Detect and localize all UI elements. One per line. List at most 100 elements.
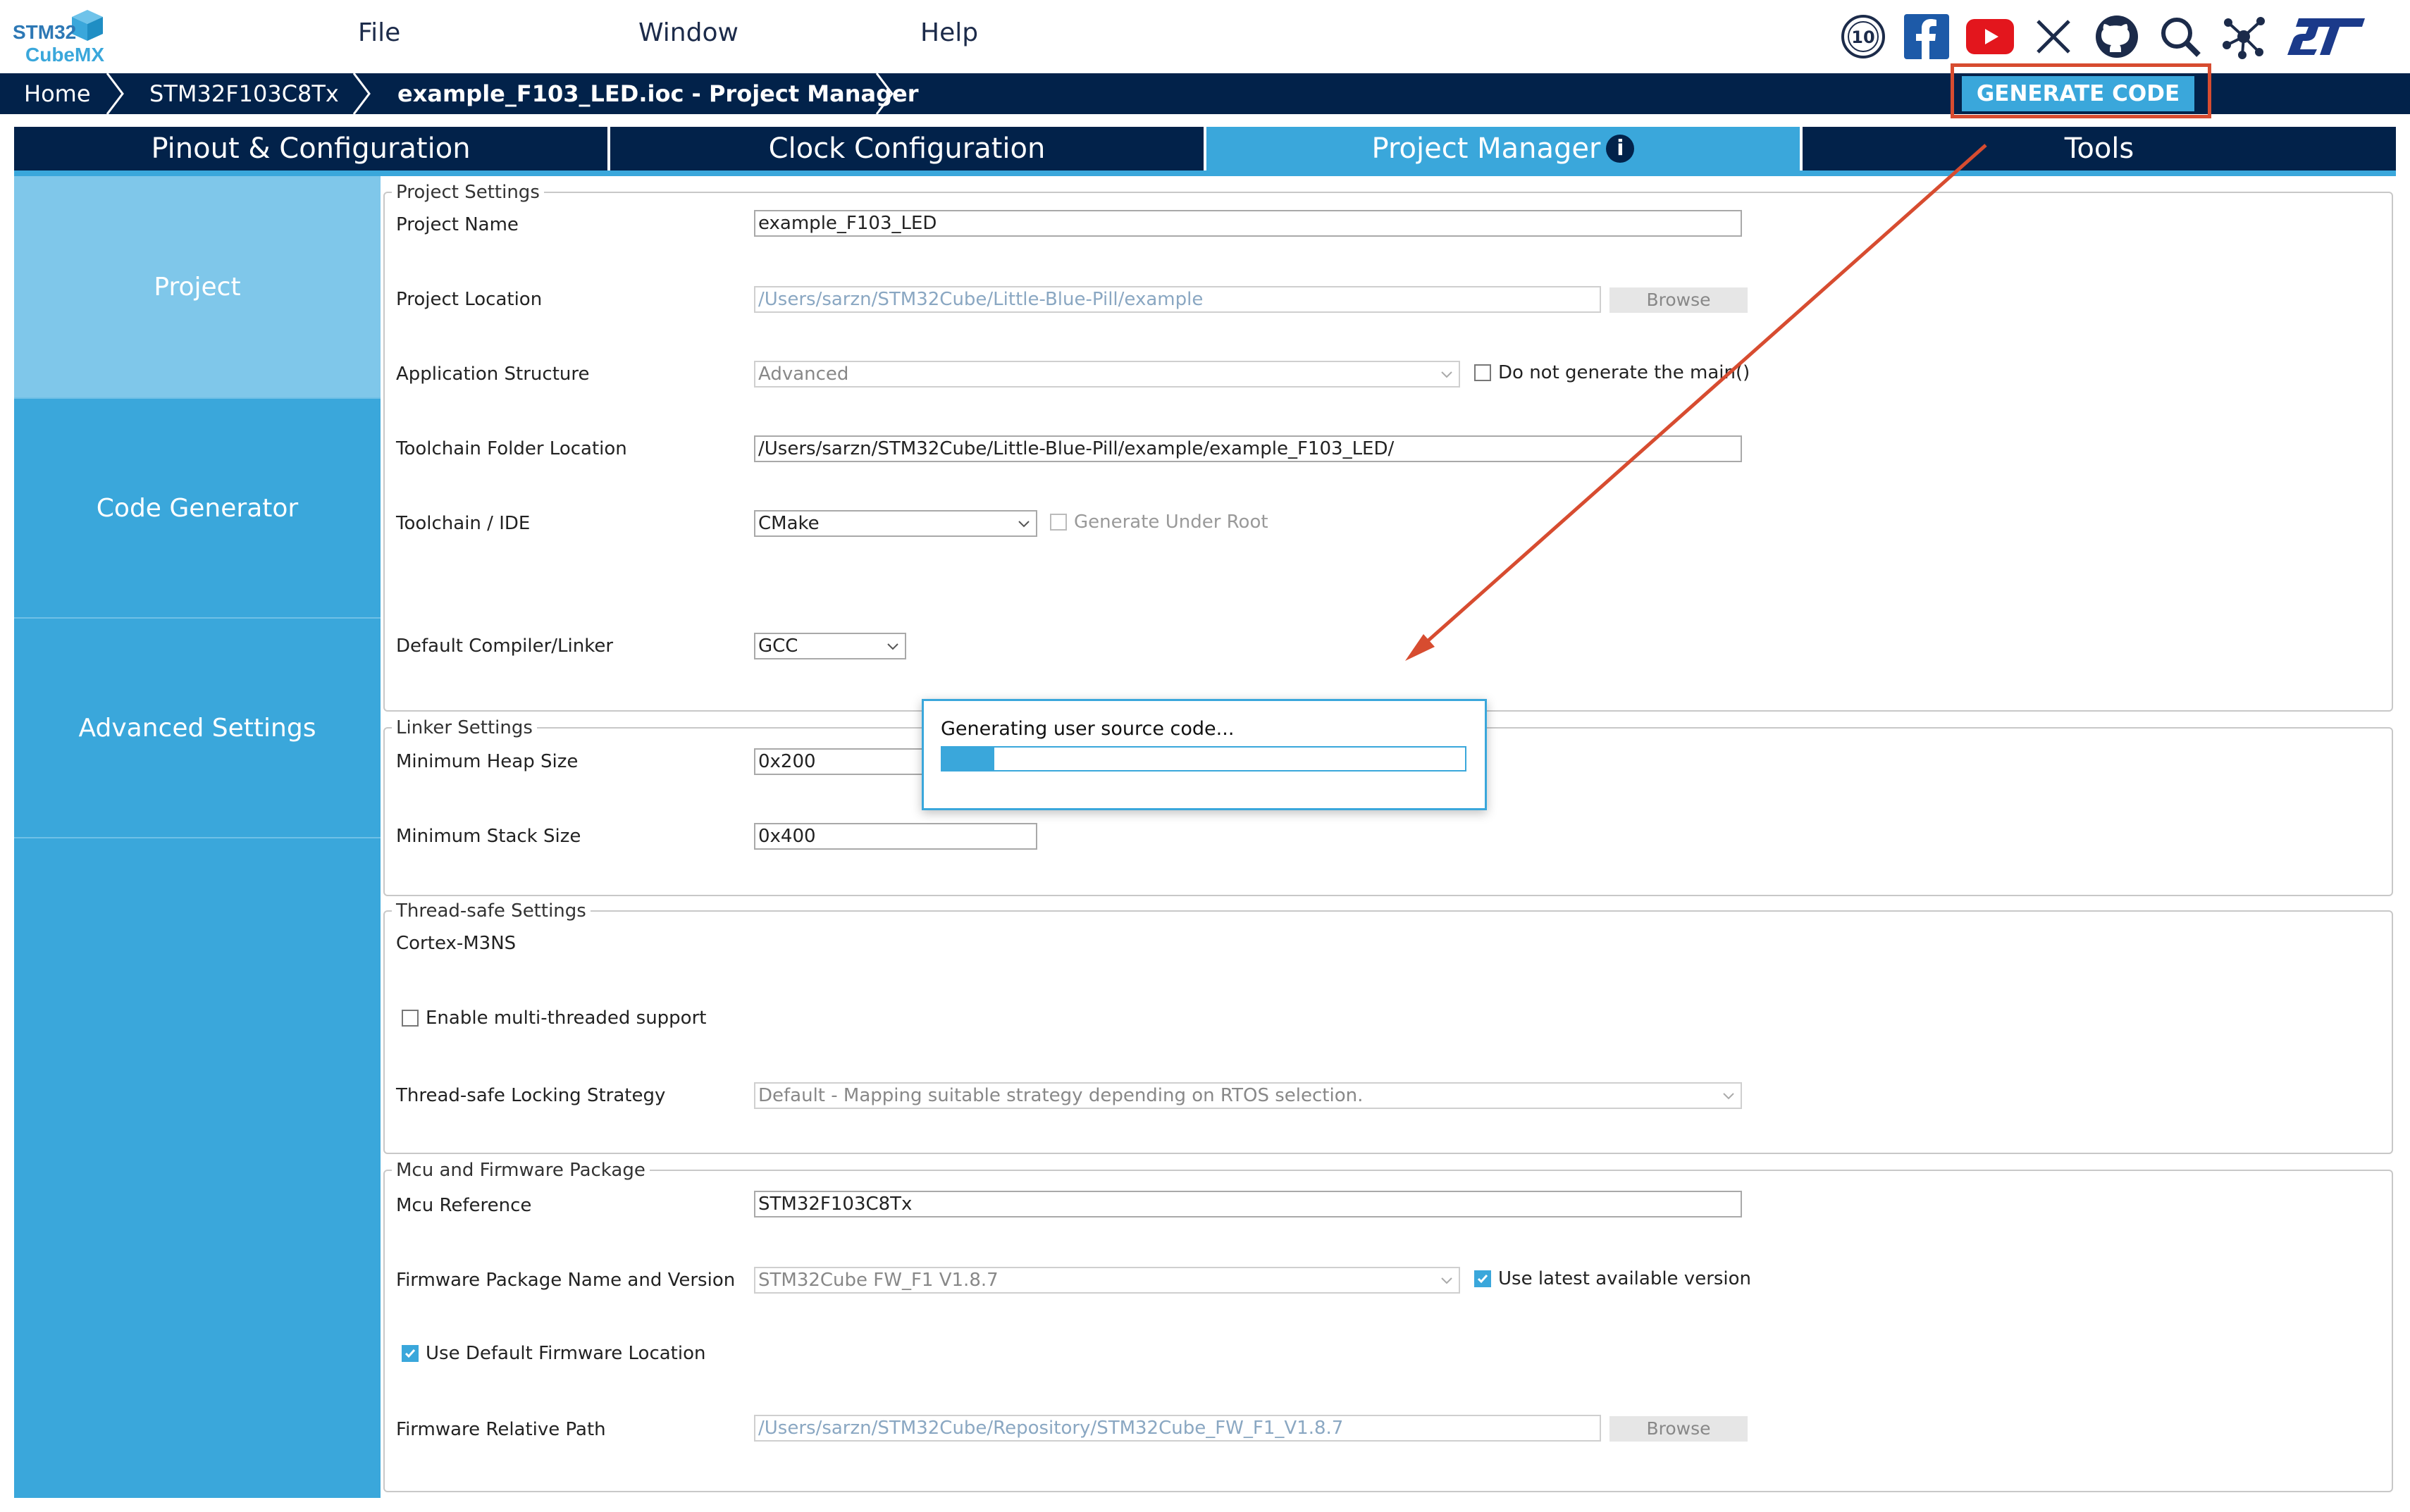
- tab-label: Tools: [2064, 132, 2134, 165]
- stm32cubemx-logo: STM32 CubeMX: [10, 7, 116, 68]
- breadcrumb-mcu[interactable]: STM32F103C8Tx: [149, 73, 339, 114]
- sidebar: Project Code Generator Advanced Settings: [14, 176, 381, 1498]
- sidebar-item-label: Code Generator: [96, 493, 299, 523]
- github-icon[interactable]: [2093, 13, 2141, 61]
- youtube-icon[interactable]: [1966, 13, 2014, 61]
- facebook-icon[interactable]: [1903, 13, 1951, 61]
- tab-label: Clock Configuration: [768, 132, 1046, 165]
- checkmark-icon: [1477, 1275, 1488, 1284]
- toolchain-folder-label: Toolchain Folder Location: [396, 438, 627, 459]
- generate-under-root-checkbox: Generate Under Root: [1050, 512, 1268, 533]
- mcu-reference-input: STM32F103C8Tx: [754, 1191, 1742, 1217]
- sidebar-item-advanced-settings[interactable]: Advanced Settings: [14, 619, 381, 838]
- breadcrumb-chevron-icon: [352, 73, 371, 114]
- checkbox-box: [1050, 514, 1067, 531]
- chevron-down-icon: [1723, 1093, 1734, 1100]
- network-icon[interactable]: [2220, 13, 2268, 61]
- tab-label: Pinout & Configuration: [151, 132, 471, 165]
- anniversary-badge-text: 10: [1851, 27, 1875, 47]
- progress-dialog: Generating user source code...: [922, 699, 1487, 810]
- logo-text-stm32: STM32: [13, 21, 77, 43]
- application-structure-select: Advanced: [754, 361, 1460, 388]
- checkmark-icon: [404, 1349, 416, 1358]
- firmware-path-browse-button: Browse: [1609, 1416, 1748, 1442]
- minimum-stack-input[interactable]: 0x400: [754, 823, 1037, 850]
- social-links: 10: [1839, 10, 2368, 63]
- main-tabs: Pinout & Configuration Clock Configurati…: [14, 127, 2396, 171]
- locking-strategy-label: Thread-safe Locking Strategy: [396, 1085, 666, 1106]
- anniversary-10-icon[interactable]: 10: [1839, 13, 1887, 61]
- sidebar-item-code-generator[interactable]: Code Generator: [14, 399, 381, 619]
- no-main-checkbox[interactable]: Do not generate the main(): [1474, 362, 1750, 383]
- group-title: Thread-safe Settings: [392, 900, 591, 922]
- toolchain-ide-select[interactable]: CMake: [754, 510, 1037, 537]
- menu-window[interactable]: Window: [638, 18, 739, 47]
- checkbox-label: Use latest available version: [1498, 1268, 1752, 1289]
- sidebar-item-project[interactable]: Project: [14, 176, 381, 399]
- progress-bar-fill: [942, 748, 995, 770]
- project-name-input[interactable]: example_F103_LED: [754, 210, 1742, 237]
- breadcrumb-chevron-icon: [875, 73, 894, 114]
- logo-text-cubemx: CubeMX: [25, 44, 104, 66]
- select-value: Advanced: [758, 364, 849, 385]
- tab-tools[interactable]: Tools: [1803, 127, 2396, 171]
- chevron-down-icon: [887, 643, 898, 650]
- firmware-relative-path-input: /Users/sarzn/STM32Cube/Repository/STM32C…: [754, 1415, 1601, 1442]
- tab-clock-configuration[interactable]: Clock Configuration: [610, 127, 1204, 171]
- tab-pinout-configuration[interactable]: Pinout & Configuration: [14, 127, 607, 171]
- menu-file[interactable]: File: [358, 18, 400, 47]
- minimum-stack-label: Minimum Stack Size: [396, 826, 581, 847]
- multithread-support-checkbox[interactable]: Enable multi-threaded support: [402, 1008, 706, 1029]
- select-value: CMake: [758, 513, 820, 534]
- checkbox-label: Enable multi-threaded support: [426, 1008, 707, 1029]
- group-title: Project Settings: [392, 182, 544, 203]
- default-compiler-select[interactable]: GCC: [754, 633, 906, 659]
- checkbox-box: [1474, 364, 1491, 381]
- info-icon[interactable]: i: [1606, 135, 1635, 163]
- group-title: Mcu and Firmware Package: [392, 1160, 650, 1181]
- mcu-firmware-group: Mcu and Firmware Package: [383, 1160, 2393, 1492]
- firmware-relative-path-label: Firmware Relative Path: [396, 1419, 606, 1440]
- toolchain-folder-input[interactable]: /Users/sarzn/STM32Cube/Little-Blue-Pill/…: [754, 435, 1742, 462]
- checkbox-label: Do not generate the main(): [1498, 362, 1750, 383]
- breadcrumb-project[interactable]: example_F103_LED.ioc - Project Manager: [397, 73, 918, 114]
- use-default-firmware-location-checkbox[interactable]: Use Default Firmware Location: [402, 1343, 706, 1364]
- minimum-heap-label: Minimum Heap Size: [396, 751, 579, 772]
- project-location-input: /Users/sarzn/STM32Cube/Little-Blue-Pill/…: [754, 286, 1601, 313]
- progress-bar: [941, 746, 1466, 772]
- st-logo-icon[interactable]: [2283, 13, 2368, 61]
- default-compiler-label: Default Compiler/Linker: [396, 636, 614, 657]
- core-label: Cortex-M3NS: [396, 933, 517, 954]
- select-value: STM32Cube FW_F1 V1.8.7: [758, 1270, 999, 1291]
- locking-strategy-select: Default - Mapping suitable strategy depe…: [754, 1082, 1742, 1109]
- tab-underline: [14, 171, 2396, 176]
- mcu-reference-label: Mcu Reference: [396, 1195, 532, 1216]
- project-location-label: Project Location: [396, 289, 543, 310]
- menu-help[interactable]: Help: [920, 18, 978, 47]
- checkbox-box: [1474, 1270, 1491, 1287]
- thread-safe-settings-group: Thread-safe Settings: [383, 900, 2393, 1154]
- firmware-package-select: STM32Cube FW_F1 V1.8.7: [754, 1267, 1460, 1294]
- sidebar-item-label: Project: [154, 272, 241, 302]
- chevron-down-icon: [1441, 371, 1452, 378]
- project-location-browse-button: Browse: [1609, 287, 1748, 313]
- sidebar-item-label: Advanced Settings: [78, 713, 316, 743]
- search-community-icon[interactable]: [2156, 13, 2204, 61]
- application-structure-label: Application Structure: [396, 364, 590, 385]
- progress-message: Generating user source code...: [941, 718, 1235, 740]
- x-icon[interactable]: [2029, 13, 2077, 61]
- chevron-down-icon: [1441, 1277, 1452, 1284]
- breadcrumb-chevron-icon: [106, 73, 124, 114]
- checkbox-label: Generate Under Root: [1074, 512, 1268, 533]
- menu-bar: STM32 CubeMX File Window Help 10: [0, 0, 2410, 73]
- checkbox-box: [402, 1010, 419, 1027]
- breadcrumb-home[interactable]: Home: [24, 73, 91, 114]
- use-latest-version-checkbox[interactable]: Use latest available version: [1474, 1268, 1751, 1289]
- group-title: Linker Settings: [392, 717, 537, 738]
- toolchain-ide-label: Toolchain / IDE: [396, 513, 531, 534]
- checkbox-label: Use Default Firmware Location: [426, 1343, 706, 1364]
- tab-project-manager[interactable]: Project Manager i: [1206, 127, 1800, 171]
- select-value: GCC: [758, 636, 798, 657]
- checkbox-box: [402, 1345, 419, 1362]
- select-value: Default - Mapping suitable strategy depe…: [758, 1085, 1364, 1106]
